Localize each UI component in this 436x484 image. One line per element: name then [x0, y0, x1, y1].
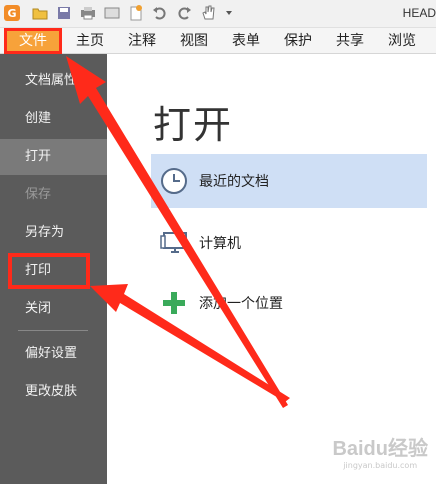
save-icon[interactable] — [56, 5, 72, 21]
customize-dropdown-icon[interactable] — [224, 5, 234, 21]
app-logo-icon[interactable]: G — [4, 5, 20, 21]
sidebar-item-create[interactable]: 创建 — [0, 101, 107, 137]
tab-share[interactable]: 共享 — [330, 28, 370, 54]
tab-protect[interactable]: 保护 — [278, 28, 318, 54]
redo-icon[interactable] — [176, 5, 192, 21]
sidebar-item-document-properties[interactable]: 文档属性 — [0, 63, 107, 99]
place-computer[interactable]: 计算机 — [151, 216, 427, 270]
undo-icon[interactable] — [152, 5, 168, 21]
new-document-icon[interactable] — [128, 5, 144, 21]
place-label: 计算机 — [199, 236, 241, 252]
tab-form[interactable]: 表单 — [226, 28, 266, 54]
open-folder-icon[interactable] — [32, 5, 48, 21]
watermark: Baidu经验 jingyan.baidu.com — [332, 432, 428, 470]
place-label: 添加一个位置 — [199, 296, 283, 312]
tab-browse[interactable]: 浏览 — [382, 28, 422, 54]
clock-icon — [159, 166, 189, 196]
ribbon-tabs: 文件 主页 注释 视图 表单 保护 共享 浏览 — [0, 28, 436, 54]
print-highlight-box — [8, 253, 90, 289]
window-title: HEAD — [402, 6, 436, 20]
hand-tool-icon[interactable] — [200, 5, 216, 21]
plus-icon — [159, 288, 189, 318]
tab-view[interactable]: 视图 — [174, 28, 214, 54]
watermark-text: Baidu经验 — [332, 438, 428, 460]
sidebar-item-change-skin[interactable]: 更改皮肤 — [0, 374, 107, 410]
quick-access-toolbar: G HEAD — [0, 0, 436, 28]
place-add-location[interactable]: 添加一个位置 — [151, 276, 427, 330]
sidebar-item-save-as[interactable]: 另存为 — [0, 215, 107, 251]
scan-icon[interactable] — [104, 5, 120, 21]
tab-file[interactable]: 文件 — [4, 28, 62, 54]
tab-home[interactable]: 主页 — [70, 28, 110, 54]
place-recent-documents[interactable]: 最近的文档 — [151, 154, 427, 208]
computer-icon — [159, 228, 189, 258]
sidebar-item-save: 保存 — [25, 187, 52, 202]
tab-comment[interactable]: 注释 — [122, 28, 162, 54]
print-icon[interactable] — [80, 5, 96, 21]
place-label: 最近的文档 — [199, 174, 269, 190]
watermark-subtext: jingyan.baidu.com — [343, 461, 418, 470]
sidebar-item-close[interactable]: 关闭 — [0, 291, 107, 327]
page-title: 打开 — [153, 103, 234, 147]
backstage-main: 打开 最近的文档 计算机 添加一个位置 — [107, 54, 436, 484]
sidebar-item-preferences[interactable]: 偏好设置 — [0, 336, 107, 372]
sidebar-divider — [18, 330, 88, 331]
sidebar-item-open[interactable]: 打开 — [0, 139, 107, 175]
